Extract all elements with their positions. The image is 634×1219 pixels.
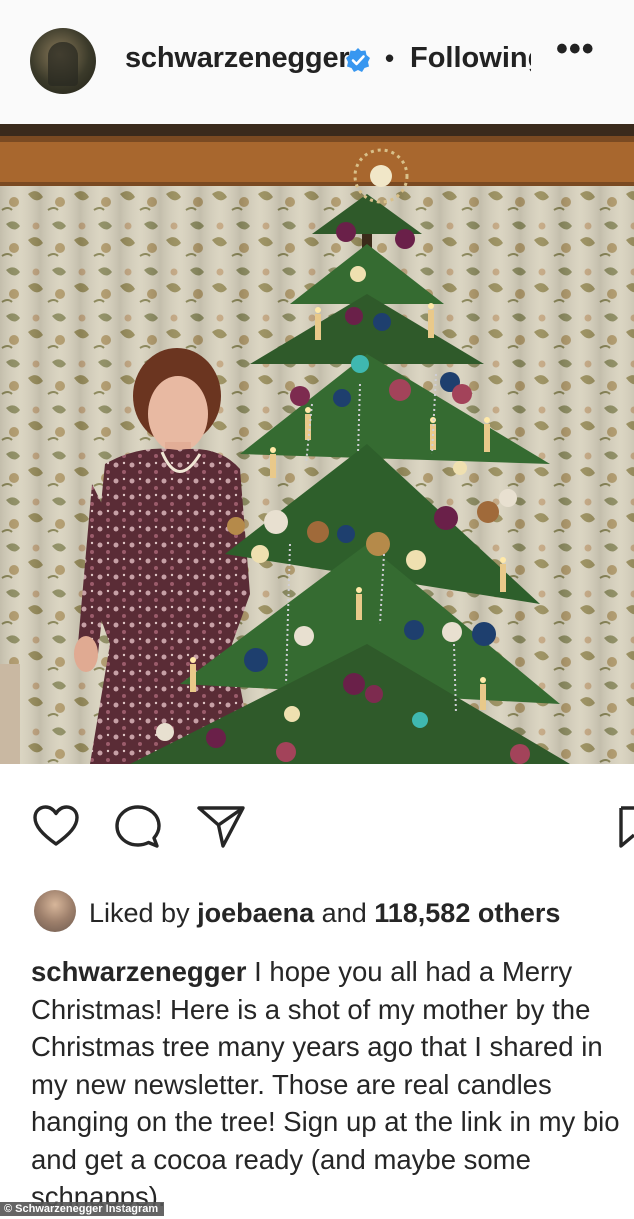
username-link[interactable]: schwarzenegger: [125, 42, 350, 75]
likes-prefix: Liked by: [89, 898, 190, 928]
more-options-button[interactable]: •••: [556, 30, 595, 69]
header-separator: •: [385, 43, 395, 73]
comment-icon[interactable]: [114, 804, 162, 850]
post-header: schwarzenegger • Following •••: [0, 0, 634, 124]
caption-text: I hope you all had a Merry Christmas! He…: [31, 956, 620, 1212]
likes-and: and: [321, 898, 367, 928]
heart-icon[interactable]: [32, 804, 80, 848]
post-caption: schwarzenegger I hope you all had a Merr…: [31, 953, 629, 1216]
send-icon[interactable]: [196, 804, 246, 850]
likes-text: Liked by joebaena and 118,582 others: [89, 898, 560, 929]
following-button[interactable]: Following: [410, 42, 531, 75]
likes-summary: Liked by joebaena and 118,582 others: [0, 884, 634, 944]
caption-username-link[interactable]: schwarzenegger: [31, 956, 247, 987]
liker-username-link[interactable]: joebaena: [197, 898, 314, 928]
liker-avatar[interactable]: [34, 890, 76, 932]
bookmark-icon[interactable]: [618, 804, 634, 850]
post-photo: [0, 124, 634, 764]
profile-avatar[interactable]: [30, 28, 96, 94]
image-credit: © Schwarzenegger Instagram: [0, 1202, 165, 1216]
likes-count-link[interactable]: 118,582 others: [374, 898, 560, 928]
verified-badge-icon: [346, 48, 370, 72]
action-bar: [0, 764, 634, 884]
